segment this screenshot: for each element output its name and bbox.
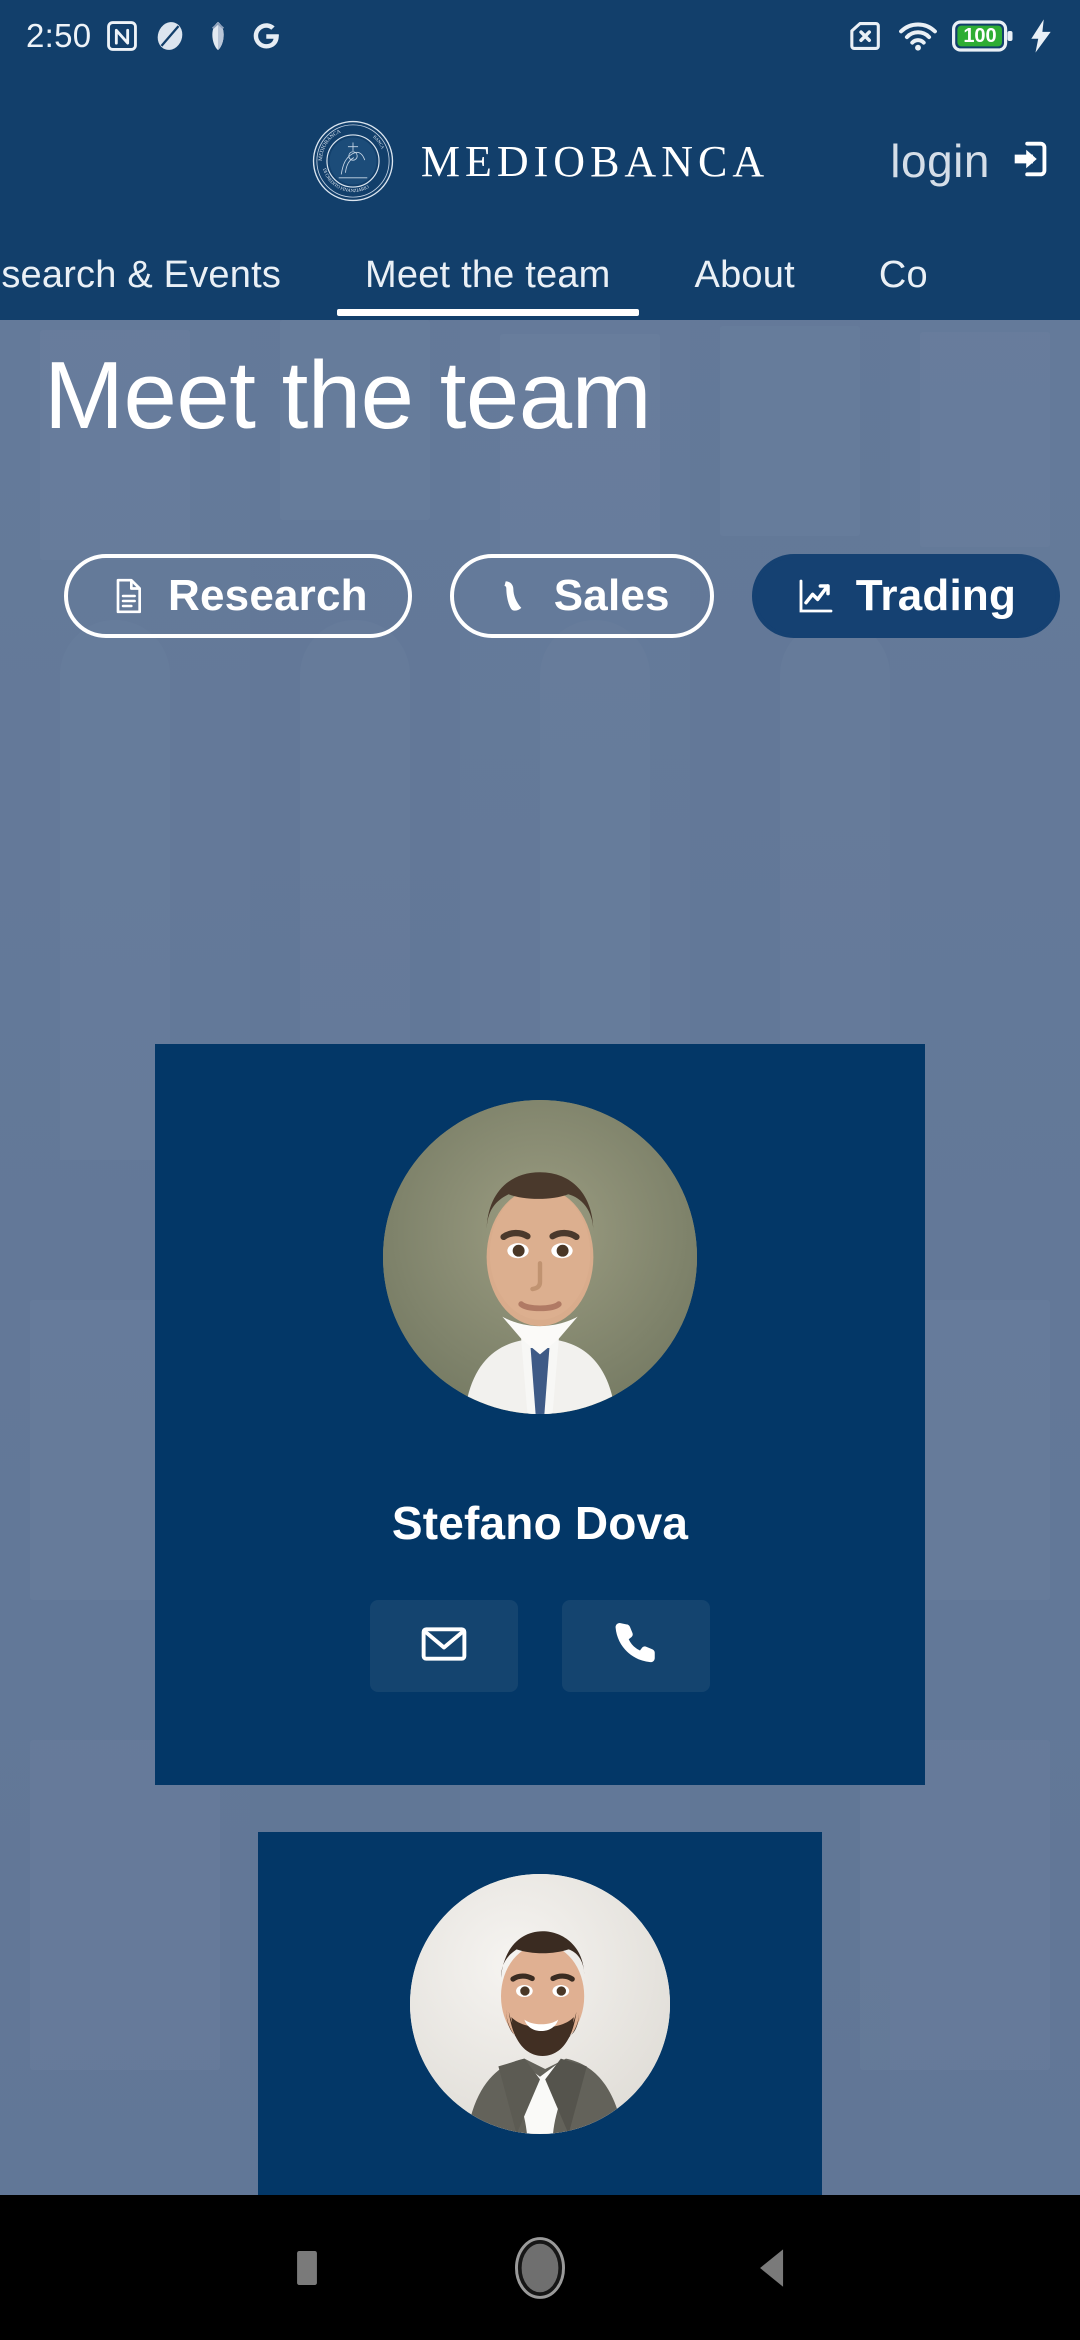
phone-icon: [611, 1619, 661, 1674]
filter-pill-label: Sales: [553, 571, 670, 620]
brand-name: MEDIOBANCA: [420, 136, 770, 186]
team-member-name: Stefano Dova: [391, 1497, 689, 1549]
back-triangle-icon[interactable]: [746, 2241, 800, 2295]
filter-pill-label: Trading: [855, 571, 1017, 620]
wifi-icon: [898, 16, 938, 56]
email-button[interactable]: [370, 1600, 518, 1692]
team-member-actions[interactable]: [155, 1600, 925, 1692]
mediobanca-seal-icon: MEDIOBANCA DI CREDITO FINANZIARIO BANCA: [311, 119, 395, 203]
nav-tab-research-events[interactable]: esearch & Events: [0, 250, 323, 320]
phone-button[interactable]: [562, 1600, 710, 1692]
phone-screen: 2:50 100 MEDIOBANCA DI CREDITO FINANZIAR…: [0, 0, 1080, 2340]
login-label: login: [890, 135, 990, 187]
avatar-alessandro-montinari: [410, 1874, 670, 2134]
team-member-card[interactable]: Stefano Dova: [155, 1044, 925, 1785]
filter-pill-sales[interactable]: Sales: [449, 554, 714, 638]
avatar-stefano-dova: [383, 1100, 697, 1414]
team-member-card[interactable]: Alessandro Montinari: [258, 1832, 822, 2195]
phone-handset-icon: [494, 576, 534, 616]
nav-tab-label: esearch & Events: [0, 254, 282, 296]
app-header: MEDIOBANCA DI CREDITO FINANZIARIO BANCA …: [0, 72, 1080, 250]
status-clock: 2:50: [26, 17, 92, 54]
page-content: Meet the team Research Sales Trading Ste…: [0, 320, 1080, 2195]
nav-tabs[interactable]: esearch & Events Meet the team About Co: [0, 250, 1080, 320]
login-button[interactable]: login: [890, 134, 1054, 188]
page-title: Meet the team: [44, 342, 652, 449]
team-filter-group[interactable]: Research Sales Trading: [64, 554, 1061, 638]
nav-tab-meet-the-team[interactable]: Meet the team: [323, 250, 653, 320]
nav-tab-strip[interactable]: esearch & Events Meet the team About Co: [0, 250, 970, 320]
status-bar-right: 100: [846, 16, 1054, 56]
no-sim-icon: [846, 17, 884, 55]
filter-pill-research[interactable]: Research: [64, 554, 412, 638]
home-circle-icon[interactable]: [513, 2236, 567, 2299]
nav-tab-label: Meet the team: [365, 254, 611, 296]
email-icon: [418, 1618, 470, 1675]
nfc-icon: [105, 19, 139, 53]
app-badge-icon: [153, 19, 187, 53]
nav-tab-contacts[interactable]: Co: [837, 250, 970, 320]
document-icon: [108, 576, 148, 616]
nav-tab-label: About: [694, 254, 795, 296]
charging-bolt-icon: [1028, 18, 1054, 54]
tulip-app-icon: [201, 19, 235, 53]
filter-pill-label: Research: [168, 571, 368, 620]
nav-tab-label: Co: [878, 254, 928, 296]
status-bar-left: 2:50: [26, 17, 283, 55]
chart-line-icon: [796, 576, 836, 616]
login-arrow-icon: [1008, 136, 1054, 187]
status-bar: 2:50 100: [0, 0, 1080, 72]
android-navigation-bar[interactable]: [0, 2195, 1080, 2340]
filter-pill-trading[interactable]: Trading: [751, 554, 1061, 638]
brand-logo[interactable]: MEDIOBANCA DI CREDITO FINANZIARIO BANCA …: [311, 119, 769, 203]
nav-tab-about[interactable]: About: [653, 250, 837, 320]
google-icon: [249, 19, 283, 53]
battery-level-text: 100: [963, 24, 997, 47]
recents-square-icon[interactable]: [280, 2241, 334, 2295]
battery-icon: 100: [952, 19, 1014, 53]
